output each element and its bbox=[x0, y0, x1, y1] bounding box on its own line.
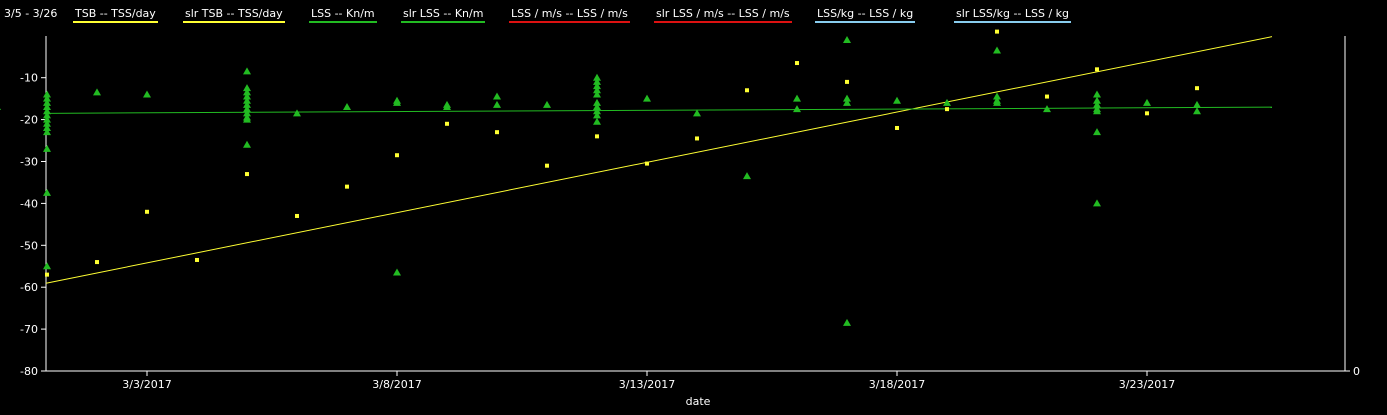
tsb-point bbox=[295, 213, 299, 218]
lss-point bbox=[1193, 100, 1201, 108]
tsb-point bbox=[1095, 67, 1099, 72]
lss-point bbox=[643, 94, 651, 102]
tsb-point bbox=[745, 88, 749, 93]
tsb-point bbox=[1195, 86, 1199, 91]
x-tick-label: 3/13/2017 bbox=[619, 378, 675, 391]
y-tick-label: -30 bbox=[20, 156, 38, 169]
x-tick-label: 3/8/2017 bbox=[372, 378, 421, 391]
lss-point bbox=[43, 144, 51, 152]
tsb-point bbox=[1045, 94, 1049, 99]
y-tick-label: -10 bbox=[20, 72, 38, 85]
slr-lss-line bbox=[45, 106, 1273, 114]
tsb-point bbox=[595, 134, 599, 139]
lss-point bbox=[793, 94, 801, 102]
lss-point bbox=[43, 188, 51, 196]
tsb-point bbox=[45, 272, 49, 277]
tsb-point bbox=[845, 79, 849, 84]
lss-point bbox=[843, 35, 851, 43]
y-tick-label: -80 bbox=[20, 365, 38, 378]
y-tick-label: -20 bbox=[20, 114, 38, 127]
lss-point bbox=[0, 108, 1, 111]
lss-point bbox=[1093, 90, 1101, 98]
tsb-point bbox=[145, 209, 149, 214]
regression-lines bbox=[45, 36, 1273, 284]
y-tick-label: -60 bbox=[20, 281, 38, 294]
lss-point bbox=[343, 103, 351, 111]
lss-point bbox=[1193, 107, 1201, 115]
tsb-point bbox=[545, 163, 549, 168]
right-y-tick-label: 0 bbox=[1353, 365, 1360, 378]
lss-point bbox=[743, 172, 751, 180]
tsb-point bbox=[95, 260, 99, 265]
lss-point bbox=[493, 92, 501, 100]
lss-point bbox=[843, 318, 851, 326]
lss-point bbox=[993, 46, 1001, 54]
lss-point bbox=[293, 109, 301, 117]
lss-point bbox=[593, 117, 601, 125]
tsb-point bbox=[995, 29, 999, 34]
lss-point bbox=[243, 140, 251, 148]
y-tick-label: -40 bbox=[20, 197, 38, 210]
slr-tsb-line bbox=[45, 36, 1273, 284]
tsb-point bbox=[895, 125, 899, 130]
lss-point bbox=[543, 100, 551, 108]
tsb-point bbox=[945, 107, 949, 112]
y-tick-label: -50 bbox=[20, 239, 38, 252]
x-axis-label: date bbox=[686, 395, 711, 408]
lss-point bbox=[1143, 98, 1151, 106]
tsb-point bbox=[795, 61, 799, 66]
tsb-point bbox=[695, 136, 699, 141]
tsb-point bbox=[395, 153, 399, 158]
lss-point bbox=[793, 105, 801, 113]
lss-point bbox=[893, 96, 901, 104]
tsb-point bbox=[495, 130, 499, 135]
tsb-point bbox=[245, 172, 249, 177]
lss-point bbox=[393, 268, 401, 276]
tsb-point bbox=[345, 184, 349, 189]
lss-point bbox=[1093, 128, 1101, 136]
x-tick-label: 3/23/2017 bbox=[1119, 378, 1175, 391]
tsb-point bbox=[445, 121, 449, 126]
lss-point bbox=[493, 100, 501, 108]
x-tick-label: 3/18/2017 bbox=[869, 378, 925, 391]
tsb-point bbox=[645, 161, 649, 166]
lss-point bbox=[43, 262, 51, 270]
lss-point bbox=[243, 67, 251, 75]
lss-point bbox=[1093, 199, 1101, 207]
lss-point bbox=[143, 90, 151, 98]
data-marks bbox=[0, 29, 1201, 326]
tsb-point bbox=[195, 257, 199, 262]
chart-plot-area[interactable]: -10 -20 -30 -40 -50 -60 -70 -80 0 3/3/2017 3/8/201… bbox=[0, 0, 1387, 415]
x-tick-label: 3/3/2017 bbox=[122, 378, 171, 391]
lss-point bbox=[93, 88, 101, 96]
y-tick-label: -70 bbox=[20, 323, 38, 336]
axes: -10 -20 -30 -40 -50 -60 -70 -80 0 3/3/2017 3/8/201… bbox=[20, 36, 1360, 391]
tsb-point bbox=[1145, 111, 1149, 116]
